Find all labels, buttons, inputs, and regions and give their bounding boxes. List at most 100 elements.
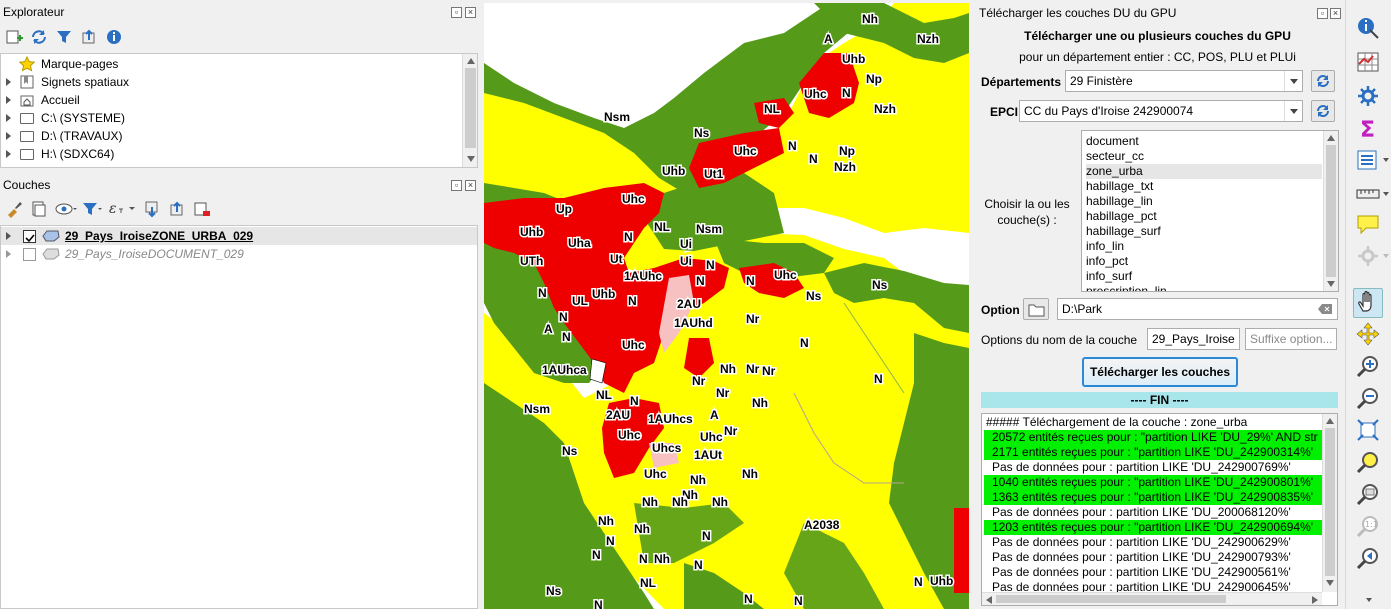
zoom-last-icon[interactable] [1356,546,1380,570]
layer-list-icon[interactable] [1356,148,1380,172]
layer-option[interactable]: info_pct [1086,254,1322,269]
status-text: ---- FIN ---- [1130,393,1189,407]
departement-select[interactable]: 29 Finistère [1065,70,1303,92]
layer-row-document[interactable]: 29_Pays_IroiseDOCUMENT_029 [1,245,477,263]
expand-arrow-icon[interactable] [6,114,11,122]
float-panel-button[interactable]: ▫ [451,180,462,191]
settings-disabled-icon[interactable] [1356,244,1380,268]
layer-option[interactable]: info_surf [1086,269,1322,284]
close-panel-button[interactable]: × [465,180,476,191]
collapse-all-icon[interactable] [80,28,98,46]
dropdown-arrow-icon[interactable] [1383,254,1389,258]
zoom-in-icon[interactable] [1356,354,1380,378]
expand-arrow-icon[interactable] [6,132,11,140]
expand-arrow-icon[interactable] [6,96,11,104]
identify-info-icon[interactable] [1356,16,1380,40]
zoom-to-layer-icon[interactable] [1356,482,1380,506]
layer-option[interactable]: info_lin [1086,239,1322,254]
expand-all-icon[interactable] [143,200,161,218]
browser-scrollbar[interactable] [462,54,477,167]
dropdown-arrow-icon[interactable] [1383,192,1389,196]
expand-arrow-icon[interactable] [6,232,11,240]
layer-list-scrollbar[interactable] [1323,131,1338,291]
add-group-icon[interactable] [30,200,48,218]
choose-label-line2: couche(s) : [997,213,1057,227]
layer-option[interactable]: document [1086,134,1322,149]
zoom-full-icon[interactable] [1356,418,1380,442]
star-icon [19,56,35,72]
map-canvas[interactable]: Nh A Nzh Uhb Np Uhc N NL Nzh Nsm Ns Uhc … [484,3,969,609]
filter-icon[interactable] [55,28,73,46]
measure-ruler-icon[interactable] [1356,182,1380,206]
refresh-icon[interactable] [30,28,48,46]
pan-to-selection-icon[interactable] [1356,322,1380,346]
map-tips-icon[interactable] [1356,212,1380,236]
attribute-table-icon[interactable] [1356,50,1380,74]
browser-item-label: C:\ (SYSTEME) [41,111,126,125]
expand-arrow-icon[interactable] [6,78,11,86]
suffix-option-field[interactable]: Suffixe option... [1245,328,1337,350]
layer-option[interactable]: zone_urba [1086,164,1322,179]
log-output[interactable]: ##### Téléchargement de la couche : zone… [981,413,1338,606]
filter-legend-icon[interactable] [81,200,102,218]
splitter[interactable] [0,171,478,175]
style-brush-icon[interactable] [5,200,23,218]
svg-text:Nsm: Nsm [696,222,722,236]
float-panel-button[interactable]: ▫ [451,7,462,18]
download-layers-button[interactable]: Télécharger les couches [1082,357,1238,387]
browser-item-drive-c[interactable]: C:\ (SYSTEME) [1,109,461,127]
name-prefix-field[interactable]: 29_Pays_Iroise [1147,328,1240,350]
browser-item-marque-pages[interactable]: Marque-pages [1,55,461,73]
svg-text:Nr: Nr [746,362,760,376]
zoom-native-icon[interactable]: 1:1 [1356,514,1380,538]
browser-item-drive-d[interactable]: D:\ (TRAVAUX) [1,127,461,145]
expand-arrow-icon[interactable] [6,150,11,158]
collapse-all-icon[interactable] [168,200,186,218]
refresh-departements-button[interactable] [1311,70,1335,92]
log-scrollbar[interactable] [1322,414,1337,592]
layer-visibility-checkbox[interactable] [23,248,36,261]
layer-option[interactable]: habillage_txt [1086,179,1322,194]
layer-row-zone-urba[interactable]: 29_Pays_IroiseZONE_URBA_029 [1,227,477,245]
folder-icon [20,113,34,124]
svg-text:Ns: Ns [694,126,710,140]
browser-item-accueil[interactable]: Accueil [1,91,461,109]
processing-gear-icon[interactable] [1356,84,1380,108]
layer-option[interactable]: prescription_lin [1086,284,1322,291]
dropdown-arrow-icon[interactable] [1383,158,1389,162]
layer-choice-list[interactable]: document secteur_cc zone_urba habillage_txt… [1081,130,1339,292]
layer-option[interactable]: habillage_surf [1086,224,1322,239]
layer-option[interactable]: habillage_lin [1086,194,1322,209]
layer-option[interactable]: habillage_pct [1086,209,1322,224]
svg-text:Nh: Nh [720,362,736,376]
layer-option[interactable]: secteur_cc [1086,149,1322,164]
epci-select[interactable]: CC du Pays d'Iroise 242900074 [1019,100,1303,122]
zoom-to-selection-icon[interactable] [1356,450,1380,474]
browser-item-drive-h[interactable]: H:\ (SDXC64) [1,145,461,163]
expression-filter-icon[interactable]: ε [107,199,135,217]
expand-arrow-icon[interactable] [6,250,11,258]
browser-item-signets-spatiaux[interactable]: Signets spatiaux [1,73,461,91]
log-hscrollbar[interactable] [982,592,1322,605]
svg-text:Np: Np [839,144,855,158]
eye-visibility-icon[interactable] [55,200,77,218]
option-path-field[interactable]: D:\Park [1057,298,1338,320]
add-layer-icon[interactable] [5,28,23,46]
dropdown-arrow-icon[interactable] [1366,598,1372,602]
svg-text:N: N [538,286,547,300]
svg-text:1:1: 1:1 [1365,520,1378,529]
layer-visibility-checkbox[interactable] [23,230,36,243]
close-panel-button[interactable]: × [465,7,476,18]
svg-text:UL: UL [572,294,588,308]
info-icon[interactable] [105,28,123,46]
pan-tool-button[interactable] [1353,288,1383,318]
refresh-epci-button[interactable] [1311,100,1335,122]
float-panel-button[interactable]: ▫ [1317,8,1328,19]
remove-layer-icon[interactable] [193,200,211,218]
browse-folder-button[interactable] [1023,298,1049,320]
zoom-out-icon[interactable] [1356,386,1380,410]
name-options-label: Options du nom de la couche [981,333,1138,347]
statistics-sigma-icon[interactable]: Σ [1356,116,1380,140]
clear-field-icon[interactable] [1318,304,1332,314]
close-panel-button[interactable]: × [1330,8,1341,19]
